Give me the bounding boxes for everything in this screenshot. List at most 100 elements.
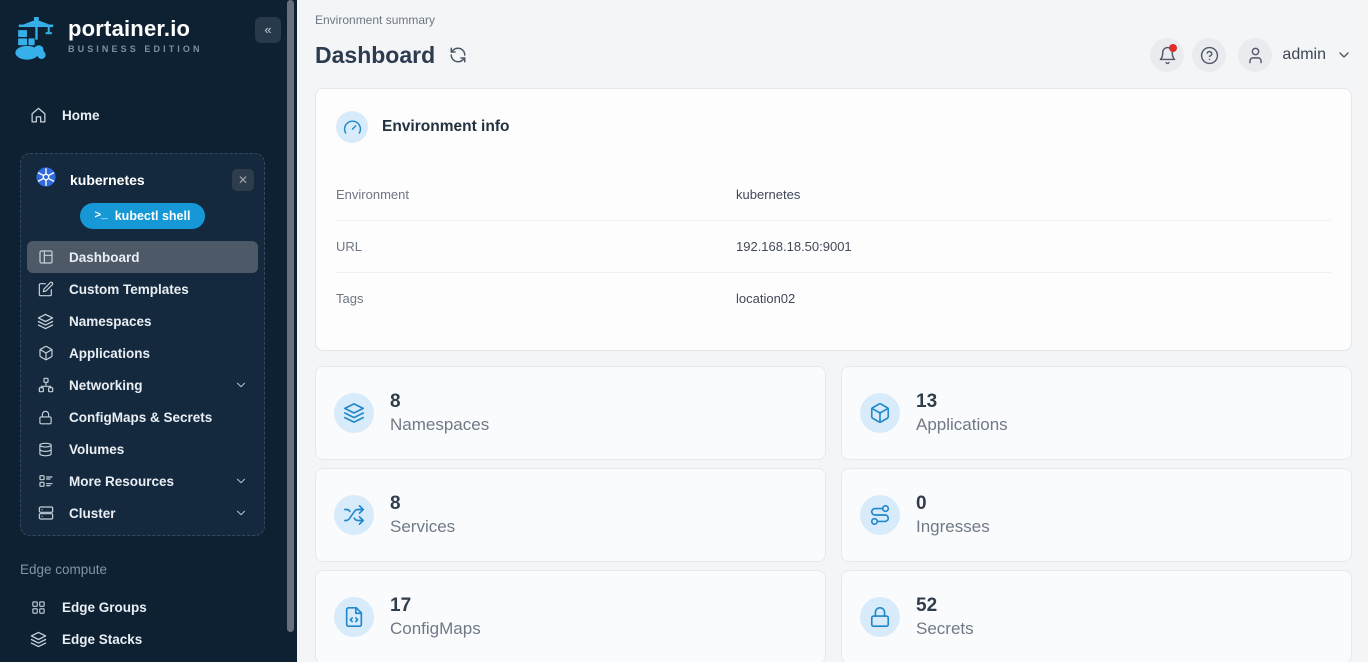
info-row-environment: Environment kubernetes (336, 169, 1331, 220)
lock-icon (37, 410, 54, 425)
sidebar-item-edge-jobs[interactable]: Edge Jobs (0, 655, 297, 662)
home-icon (30, 107, 47, 124)
environment-info-card: Environment info Environment kubernetes … (315, 88, 1352, 351)
server-icon (37, 505, 54, 521)
info-value: location02 (736, 291, 1331, 306)
sidebar-item-volumes[interactable]: Volumes (27, 433, 258, 465)
tile-label: Secrets (916, 618, 974, 640)
close-environment-button[interactable]: ✕ (232, 169, 254, 191)
sidebar-item-label: More Resources (69, 474, 174, 489)
environment-header: kubernetes ✕ (27, 164, 258, 195)
info-label: Environment (336, 187, 736, 202)
user-name: admin (1282, 46, 1326, 64)
chevron-down-icon (234, 506, 248, 520)
main-content: Environment summary Dashboard admin (297, 0, 1368, 662)
sidebar-item-label: Networking (69, 378, 143, 393)
sidebar-item-custom-templates[interactable]: Custom Templates (27, 273, 258, 305)
info-row-tags: Tags location02 (336, 272, 1331, 324)
cube-icon (860, 393, 900, 433)
sidebar-item-home[interactable]: Home (0, 99, 297, 131)
notifications-button[interactable] (1150, 38, 1184, 72)
refresh-icon[interactable] (447, 44, 469, 66)
lock-icon (860, 597, 900, 637)
tile-label: Namespaces (390, 414, 489, 436)
edit-icon (37, 281, 54, 297)
chevron-down-icon (234, 378, 248, 392)
portainer-logo-icon (14, 16, 58, 67)
info-row-url: URL 192.168.18.50:9001 (336, 220, 1331, 272)
sidebar-item-edge-stacks[interactable]: Edge Stacks (0, 623, 297, 655)
sidebar-item-label: Edge Groups (62, 600, 147, 615)
chevron-down-icon (234, 474, 248, 488)
sidebar-item-applications[interactable]: Applications (27, 337, 258, 369)
help-button[interactable] (1192, 38, 1226, 72)
tile-label: ConfigMaps (390, 618, 481, 640)
tile-ingresses[interactable]: 0 Ingresses (841, 468, 1352, 562)
network-icon (37, 377, 54, 393)
sidebar-item-label: ConfigMaps & Secrets (69, 410, 212, 425)
sidebar-item-namespaces[interactable]: Namespaces (27, 305, 258, 337)
tile-configmaps[interactable]: 17 ConfigMaps (315, 570, 826, 662)
page-header: Dashboard admin (315, 38, 1352, 72)
kubectl-shell-button[interactable]: >_ kubectl shell (80, 203, 206, 229)
tile-count: 13 (916, 390, 1008, 414)
sidebar-item-networking[interactable]: Networking (27, 369, 258, 401)
sidebar-item-label: Dashboard (69, 250, 140, 265)
sidebar: portainer.io BUSINESS EDITION « Home (0, 0, 297, 662)
sidebar-item-dashboard[interactable]: Dashboard (27, 241, 258, 273)
tile-namespaces[interactable]: 8 Namespaces (315, 366, 826, 460)
list-details-icon (37, 473, 54, 489)
tile-count: 17 (390, 594, 481, 618)
dashboard-tiles: 8 Namespaces 13 Applications 8 Services (315, 366, 1352, 662)
info-label: URL (336, 239, 736, 254)
info-value: 192.168.18.50:9001 (736, 239, 1331, 254)
sidebar-item-label: Applications (69, 346, 150, 361)
sidebar-item-label: Custom Templates (69, 282, 189, 297)
tile-count: 8 (390, 492, 455, 516)
app-subtitle: BUSINESS EDITION (68, 44, 203, 54)
user-menu[interactable]: admin (1238, 38, 1352, 72)
gauge-icon (336, 111, 368, 143)
sidebar-collapse-button[interactable]: « (255, 17, 281, 43)
page-title: Dashboard (315, 42, 435, 69)
sidebar-item-label: Volumes (69, 442, 124, 457)
tile-count: 52 (916, 594, 974, 618)
shuffle-icon (334, 495, 374, 535)
info-value: kubernetes (736, 187, 1331, 202)
tile-label: Applications (916, 414, 1008, 436)
layers-icon (30, 631, 47, 648)
user-avatar-icon (1238, 38, 1272, 72)
sidebar-item-configmaps-secrets[interactable]: ConfigMaps & Secrets (27, 401, 258, 433)
breadcrumb: Environment summary (315, 0, 1352, 27)
file-code-icon (334, 597, 374, 637)
tile-secrets[interactable]: 52 Secrets (841, 570, 1352, 662)
cube-icon (37, 345, 54, 361)
sidebar-item-cluster[interactable]: Cluster (27, 497, 258, 529)
tile-count: 0 (916, 492, 990, 516)
environment-group: kubernetes ✕ >_ kubectl shell Dashboard (20, 153, 265, 536)
tile-services[interactable]: 8 Services (315, 468, 826, 562)
kubernetes-icon (35, 166, 57, 193)
sidebar-item-label: Namespaces (69, 314, 152, 329)
tile-label: Services (390, 516, 455, 538)
layers-icon (334, 393, 374, 433)
sidebar-item-label: Home (62, 108, 100, 123)
tile-label: Ingresses (916, 516, 990, 538)
sidebar-scrollbar[interactable] (287, 0, 294, 632)
sidebar-item-label: Edge Stacks (62, 632, 142, 647)
app-logo: portainer.io BUSINESS EDITION (0, 0, 297, 67)
chevron-down-icon (1336, 47, 1352, 63)
info-label: Tags (336, 291, 736, 306)
card-title: Environment info (382, 118, 509, 136)
edge-compute-section-label: Edge compute (0, 536, 297, 591)
database-icon (37, 442, 54, 457)
tile-applications[interactable]: 13 Applications (841, 366, 1352, 460)
tile-count: 8 (390, 390, 489, 414)
grid-icon (30, 600, 47, 615)
layers-icon (37, 313, 54, 330)
sidebar-item-edge-groups[interactable]: Edge Groups (0, 591, 297, 623)
sidebar-nav: Home (0, 99, 297, 662)
app-title: portainer.io (68, 16, 203, 42)
sidebar-item-more-resources[interactable]: More Resources (27, 465, 258, 497)
dashboard-icon (37, 249, 54, 265)
